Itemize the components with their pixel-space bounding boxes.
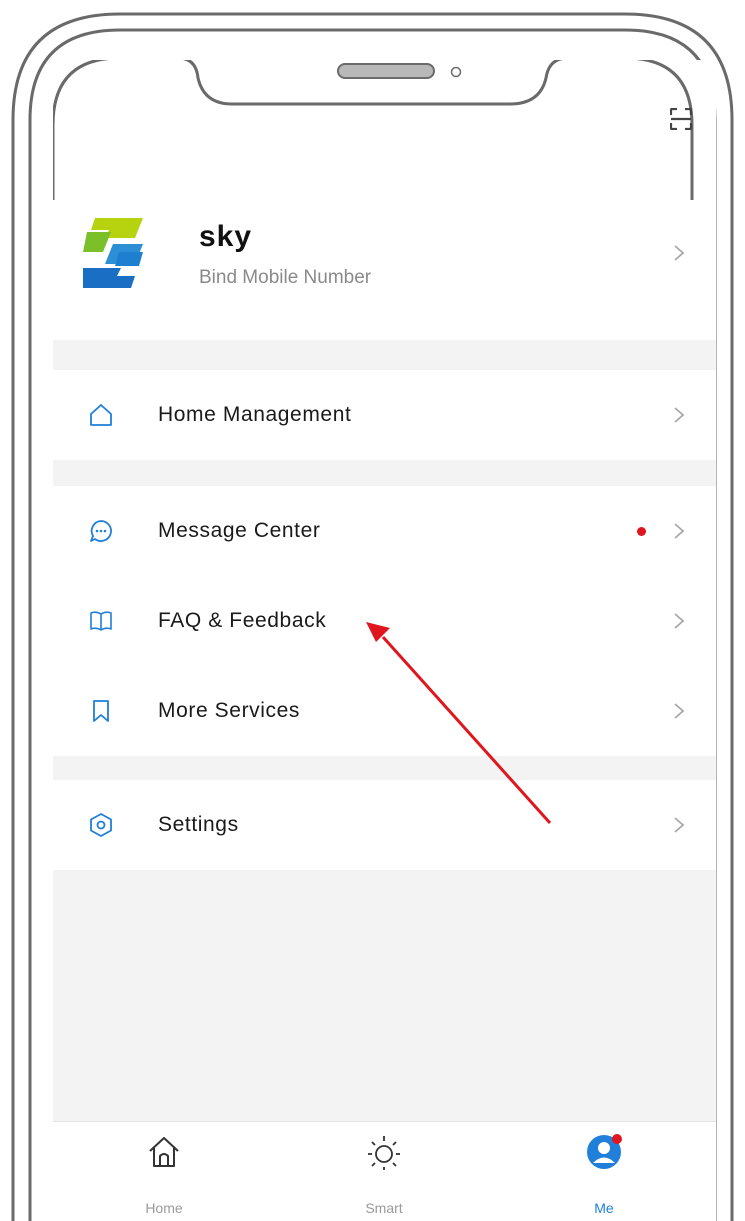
profile-card[interactable]: sky Bind Mobile Number [53, 200, 716, 340]
tab-smart[interactable]: Smart [319, 1122, 449, 1221]
bookmark-icon [93, 700, 109, 722]
tab-home[interactable]: Home [99, 1122, 229, 1221]
section-divider [53, 340, 716, 370]
profile-name: sky [199, 220, 253, 253]
sun-icon [368, 1136, 400, 1170]
menu-label: Settings [158, 813, 239, 836]
menu-more-services[interactable]: More Services [53, 666, 716, 756]
unread-badge [637, 527, 646, 536]
avatar-logo [83, 218, 143, 288]
home-icon [90, 404, 112, 426]
menu-home-management[interactable]: Home Management [53, 370, 716, 460]
chevron-right-icon [674, 523, 685, 539]
menu-settings[interactable]: Settings [53, 780, 716, 870]
tab-label: Smart [365, 1200, 403, 1216]
chevron-right-icon [674, 407, 685, 423]
chevron-right-icon [674, 245, 685, 261]
section-divider [53, 460, 716, 486]
tab-label: Home [145, 1200, 183, 1216]
book-icon [90, 611, 112, 631]
profile-icon [587, 1134, 622, 1169]
menu-label: Message Center [158, 519, 321, 542]
menu-faq-feedback[interactable]: FAQ & Feedback [53, 576, 716, 666]
app-screen: sky Bind Mobile Number Home Management M… [53, 60, 716, 1221]
tab-me[interactable]: Me [539, 1122, 669, 1221]
chevron-right-icon [674, 613, 685, 629]
menu-label: FAQ & Feedback [158, 609, 327, 632]
message-icon [90, 520, 112, 542]
scan-icon[interactable] [670, 108, 692, 130]
bottom-tab-bar: Home Smart Me [53, 1121, 716, 1221]
section-divider [53, 756, 716, 780]
empty-area [53, 870, 716, 1150]
menu-label: More Services [158, 699, 301, 722]
home-tab-icon [149, 1137, 179, 1167]
chevron-right-icon [674, 703, 685, 719]
settings-icon [90, 813, 112, 837]
bind-mobile-link[interactable]: Bind Mobile Number [199, 267, 371, 289]
tab-label: Me [594, 1200, 614, 1216]
chevron-right-icon [674, 817, 685, 833]
menu-label: Home Management [158, 403, 352, 426]
menu-message-center[interactable]: Message Center [53, 486, 716, 576]
